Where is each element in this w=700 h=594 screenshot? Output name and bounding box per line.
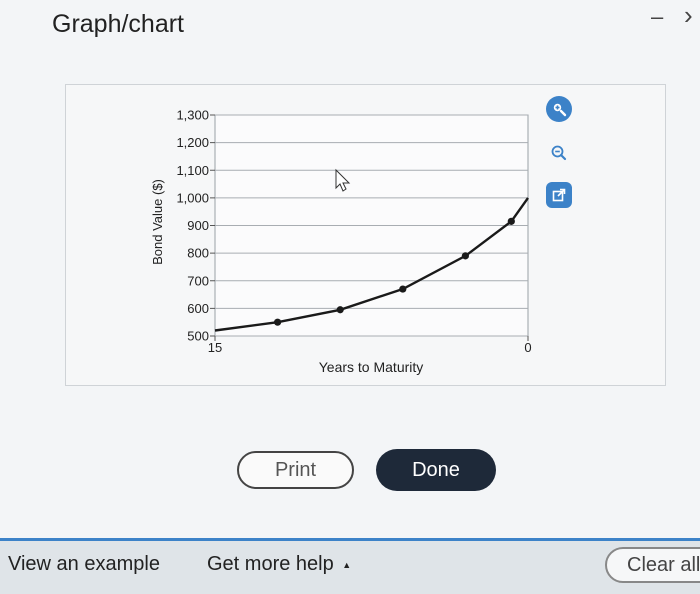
zoom-in-icon[interactable] <box>546 96 572 122</box>
x-axis-ticks: 15 0 <box>208 336 532 355</box>
footer-bar: View an example Get more help ▲ Clear al… <box>0 541 700 594</box>
print-button[interactable]: Print <box>237 451 354 489</box>
graph-dialog: Graph/chart – › 500 600 700 800 900 1,000 1,10… <box>0 0 700 541</box>
done-button[interactable]: Done <box>376 449 496 491</box>
x-tick-label: 0 <box>524 340 531 355</box>
y-tick-label: 1,100 <box>176 163 209 178</box>
y-tick-label: 1,200 <box>176 135 209 150</box>
y-axis-label: Bond Value ($) <box>150 179 165 265</box>
y-tick-label: 800 <box>187 246 209 261</box>
data-point <box>336 306 344 314</box>
clear-all-button[interactable]: Clear all <box>605 547 700 583</box>
x-axis-label: Years to Maturity <box>319 359 424 375</box>
y-tick-label: 1,000 <box>176 190 209 205</box>
data-point <box>461 252 469 260</box>
y-tick-label: 500 <box>187 329 209 344</box>
caret-up-icon: ▲ <box>342 559 352 570</box>
bond-value-chart: 5006007008009001,0001,1001,2001,300 15 0 … <box>150 108 532 376</box>
y-tick-label: 900 <box>187 218 209 233</box>
zoom-out-icon[interactable] <box>546 140 572 166</box>
y-tick-label: 1,300 <box>176 108 209 123</box>
chart-grid <box>214 114 529 337</box>
y-axis-ticks: 500 600 700 800 900 1,000 1,100 1,200 1,300 <box>176 108 215 344</box>
view-example-link[interactable]: View an example <box>8 553 160 576</box>
get-more-help-link[interactable]: Get more help ▲ <box>207 553 351 576</box>
external-link-icon[interactable] <box>546 182 572 208</box>
y-tick-label: 700 <box>187 273 209 288</box>
data-point <box>507 217 515 225</box>
data-point <box>399 285 407 293</box>
x-tick-label: 15 <box>208 340 222 355</box>
data-point <box>274 318 282 326</box>
get-more-help-label: Get more help <box>207 553 334 575</box>
y-tick-label: 600 <box>187 301 209 316</box>
